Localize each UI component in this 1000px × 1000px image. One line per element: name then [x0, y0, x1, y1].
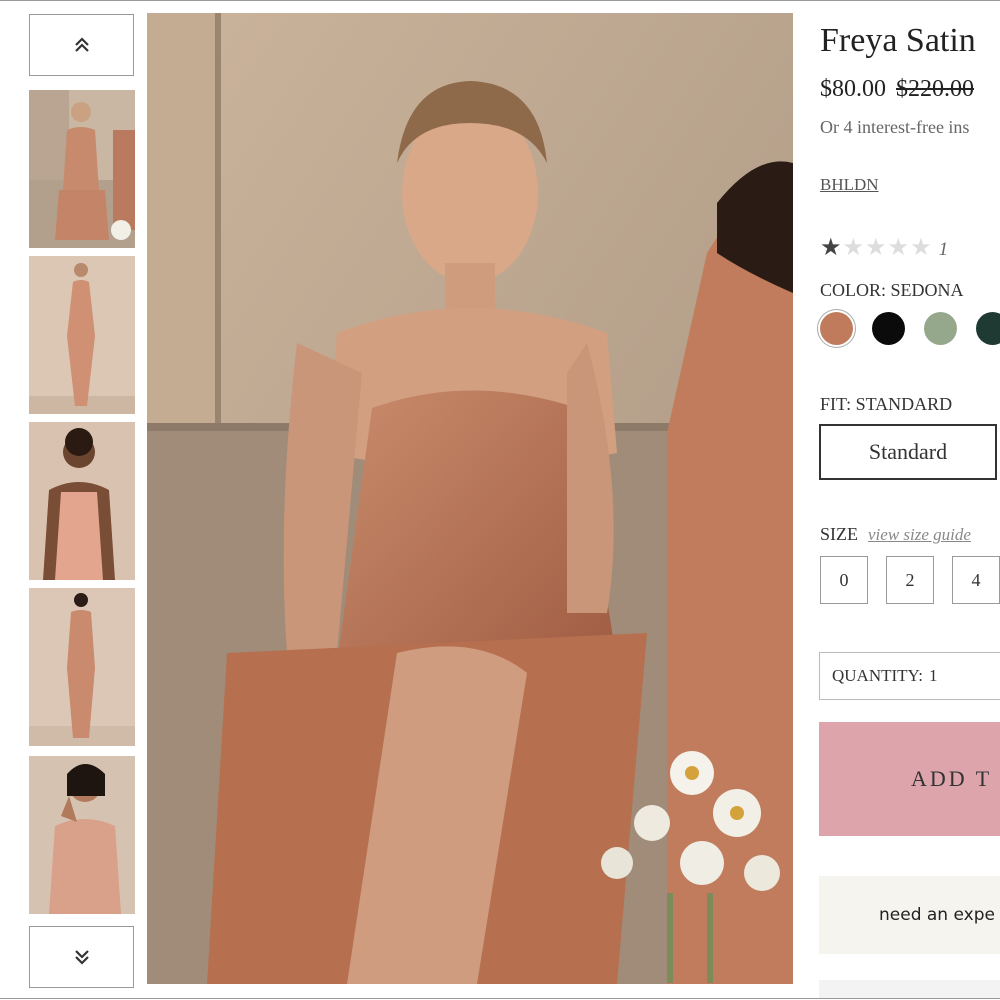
bottom-strip — [819, 980, 1000, 998]
star-empty-icon: ★ — [887, 235, 911, 261]
review-count: 1 — [938, 239, 950, 260]
color-swatch-sage[interactable] — [924, 312, 957, 345]
quantity-select[interactable]: QUANTITY: 1 — [819, 652, 1000, 700]
thumbnail-3[interactable] — [29, 422, 135, 580]
thumbnail-5[interactable] — [29, 756, 135, 914]
quantity-value: 1 — [928, 666, 938, 685]
brand-link[interactable]: BHLDN — [820, 175, 879, 195]
thumbnail-2[interactable] — [29, 256, 135, 414]
size-option-4[interactable]: 4 — [952, 556, 1000, 604]
product-info-panel: Freya Satin $80.00 $220.00 Or 4 interest… — [795, 0, 1000, 1000]
main-product-image[interactable] — [147, 13, 793, 984]
star-empty-icon: ★ — [865, 235, 888, 261]
fit-label: FIT: STANDARD — [820, 394, 953, 414]
star-icons: ★★★★★ — [820, 235, 933, 261]
quantity-label: QUANTITY: — [832, 666, 923, 685]
size-guide-link[interactable]: view size guide — [868, 525, 971, 544]
star-filled-icon: ★ — [820, 235, 843, 261]
size-header: SIZE view size guide — [820, 524, 971, 545]
color-swatch-sedona[interactable] — [820, 312, 853, 345]
gallery-scroll-up-button[interactable] — [29, 14, 134, 76]
product-title: Freya Satin — [820, 22, 976, 59]
size-label: SIZE — [820, 524, 858, 544]
price: $80.00 $220.00 — [820, 76, 974, 103]
size-option-0[interactable]: 0 — [820, 556, 868, 604]
original-price: $220.00 — [896, 76, 974, 102]
thumbnail-1[interactable] — [29, 90, 135, 248]
add-to-bag-button[interactable]: ADD T — [819, 722, 1000, 836]
color-swatch-black[interactable] — [872, 312, 905, 345]
size-option-2[interactable]: 2 — [886, 556, 934, 604]
color-swatch-dark-green[interactable] — [976, 312, 1000, 345]
need-an-expert-button[interactable]: need an expe — [819, 876, 1000, 954]
sale-price: $80.00 — [820, 76, 886, 102]
star-empty-icon: ★ — [910, 235, 933, 261]
color-label: COLOR: SEDONA — [820, 280, 964, 300]
star-empty-icon: ★ — [842, 235, 866, 261]
installment-text: Or 4 interest-free ins — [820, 117, 970, 137]
rating[interactable]: ★★★★★ 1 — [820, 233, 949, 262]
fit-option-standard[interactable]: Standard — [819, 424, 997, 480]
double-chevron-up-icon — [74, 37, 89, 52]
gallery-scroll-down-button[interactable] — [29, 926, 134, 988]
double-chevron-down-icon — [74, 950, 89, 965]
thumbnail-4[interactable] — [29, 588, 135, 746]
